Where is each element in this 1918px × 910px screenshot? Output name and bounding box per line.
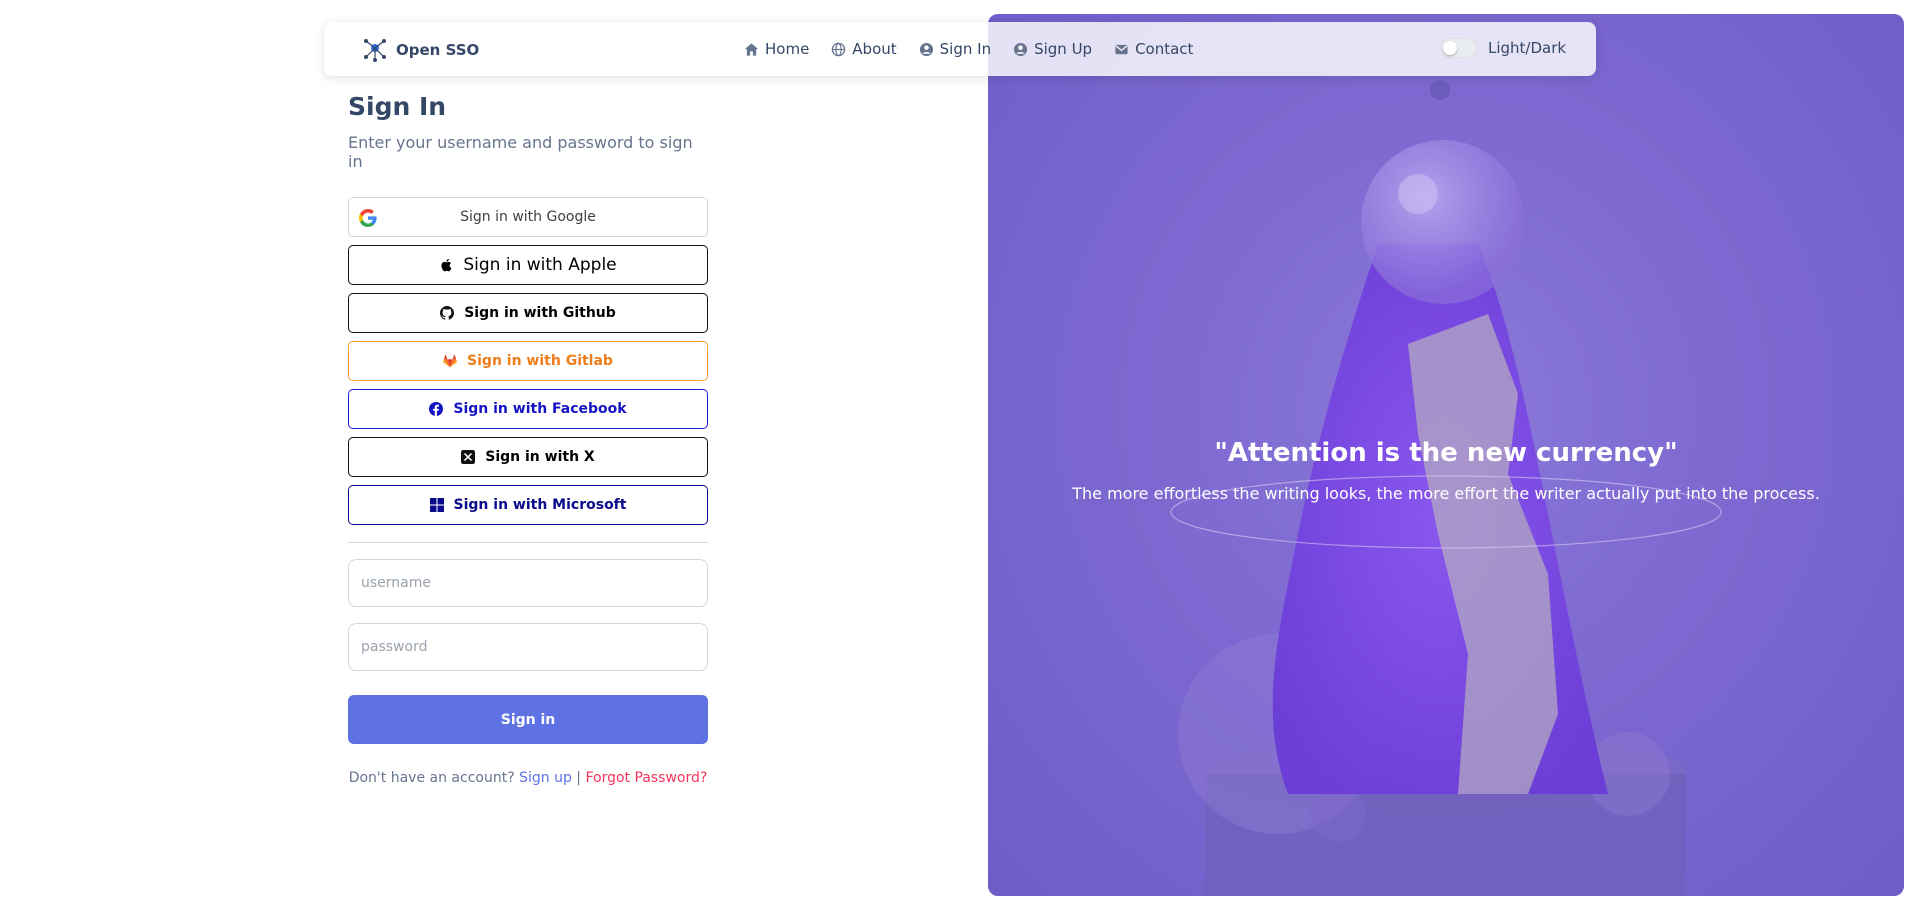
facebook-icon — [429, 402, 444, 416]
home-icon — [744, 42, 759, 56]
brand[interactable]: Open SSO — [362, 37, 479, 63]
nav-home-label: Home — [765, 40, 810, 58]
globe-icon — [832, 42, 846, 56]
github-sign-in-button[interactable]: Sign in with Github — [348, 293, 708, 333]
sign-in-form: Sign In Enter your username and password… — [348, 92, 708, 786]
facebook-sign-in-button[interactable]: Sign in with Facebook — [348, 389, 708, 429]
x-sign-in-button[interactable]: Sign in with X — [348, 437, 708, 477]
github-sign-in-label: Sign in with Github — [464, 305, 616, 321]
divider — [348, 542, 708, 543]
x-sign-in-label: Sign in with X — [485, 449, 595, 465]
user-circle-icon — [1014, 42, 1028, 56]
gitlab-sign-in-button[interactable]: Sign in with Gitlab — [348, 341, 708, 381]
gitlab-icon — [443, 354, 457, 368]
nav-home[interactable]: Home — [744, 40, 809, 58]
apple-sign-in-button[interactable]: Sign in with Apple — [348, 245, 708, 285]
microsoft-icon — [429, 498, 444, 512]
apple-sign-in-label: Sign in with Apple — [463, 255, 617, 275]
no-account-text: Don't have an account? — [348, 770, 515, 786]
theme-toggle[interactable] — [1440, 38, 1478, 58]
nav-contact[interactable]: Contact — [1114, 40, 1193, 58]
nav-contact-label: Contact — [1135, 40, 1194, 58]
brand-name: Open SSO — [396, 41, 480, 59]
facebook-sign-in-label: Sign in with Facebook — [453, 401, 627, 417]
nav-sign-up[interactable]: Sign Up — [1013, 40, 1092, 58]
username-input[interactable] — [348, 559, 708, 607]
page-subtitle: Enter your username and password to sign… — [348, 133, 693, 171]
google-icon — [359, 209, 377, 227]
hero-panel: "Attention is the new currency" The more… — [988, 14, 1904, 896]
nav-about-label: About — [852, 40, 897, 58]
google-sign-in-label: Sign in with Google — [460, 209, 596, 225]
google-sign-in-button[interactable]: Sign in with Google — [348, 197, 708, 237]
x-icon — [461, 450, 476, 464]
nav-about[interactable]: About — [831, 40, 897, 58]
network-logo-icon — [364, 39, 386, 62]
envelope-icon — [1115, 44, 1128, 54]
microsoft-sign-in-label: Sign in with Microsoft — [453, 497, 627, 513]
page-title: Sign In — [348, 92, 447, 121]
nav-sign-in[interactable]: Sign In — [919, 40, 991, 58]
top-navbar: Open SSO Home About Sign In Sign Up Cont… — [324, 22, 1596, 76]
link-separator: | — [576, 770, 581, 786]
sign-up-link[interactable]: Sign up — [519, 770, 572, 786]
nav-sign-in-label: Sign In — [939, 40, 992, 58]
sign-in-button[interactable]: Sign in — [348, 695, 708, 744]
apple-icon — [441, 258, 452, 272]
account-footer: Don't have an account? Sign up | Forgot … — [348, 770, 708, 786]
microsoft-sign-in-button[interactable]: Sign in with Microsoft — [348, 485, 708, 525]
theme-label: Light/Dark — [1488, 39, 1567, 57]
forgot-password-link[interactable]: Forgot Password? — [585, 770, 707, 786]
gitlab-sign-in-label: Sign in with Gitlab — [467, 353, 613, 369]
theme-switch: Light/Dark — [1440, 38, 1566, 58]
hero-quote: "Attention is the new currency" — [1214, 438, 1678, 468]
toggle-knob — [1443, 41, 1457, 55]
nav-links: Home About Sign In Sign Up Contact — [744, 22, 1193, 76]
password-input[interactable] — [348, 623, 708, 671]
github-icon — [440, 306, 455, 320]
nav-sign-up-label: Sign Up — [1034, 40, 1093, 58]
hero-subtext: The more effortless the writing looks, t… — [1072, 484, 1820, 503]
user-circle-icon — [919, 42, 933, 56]
